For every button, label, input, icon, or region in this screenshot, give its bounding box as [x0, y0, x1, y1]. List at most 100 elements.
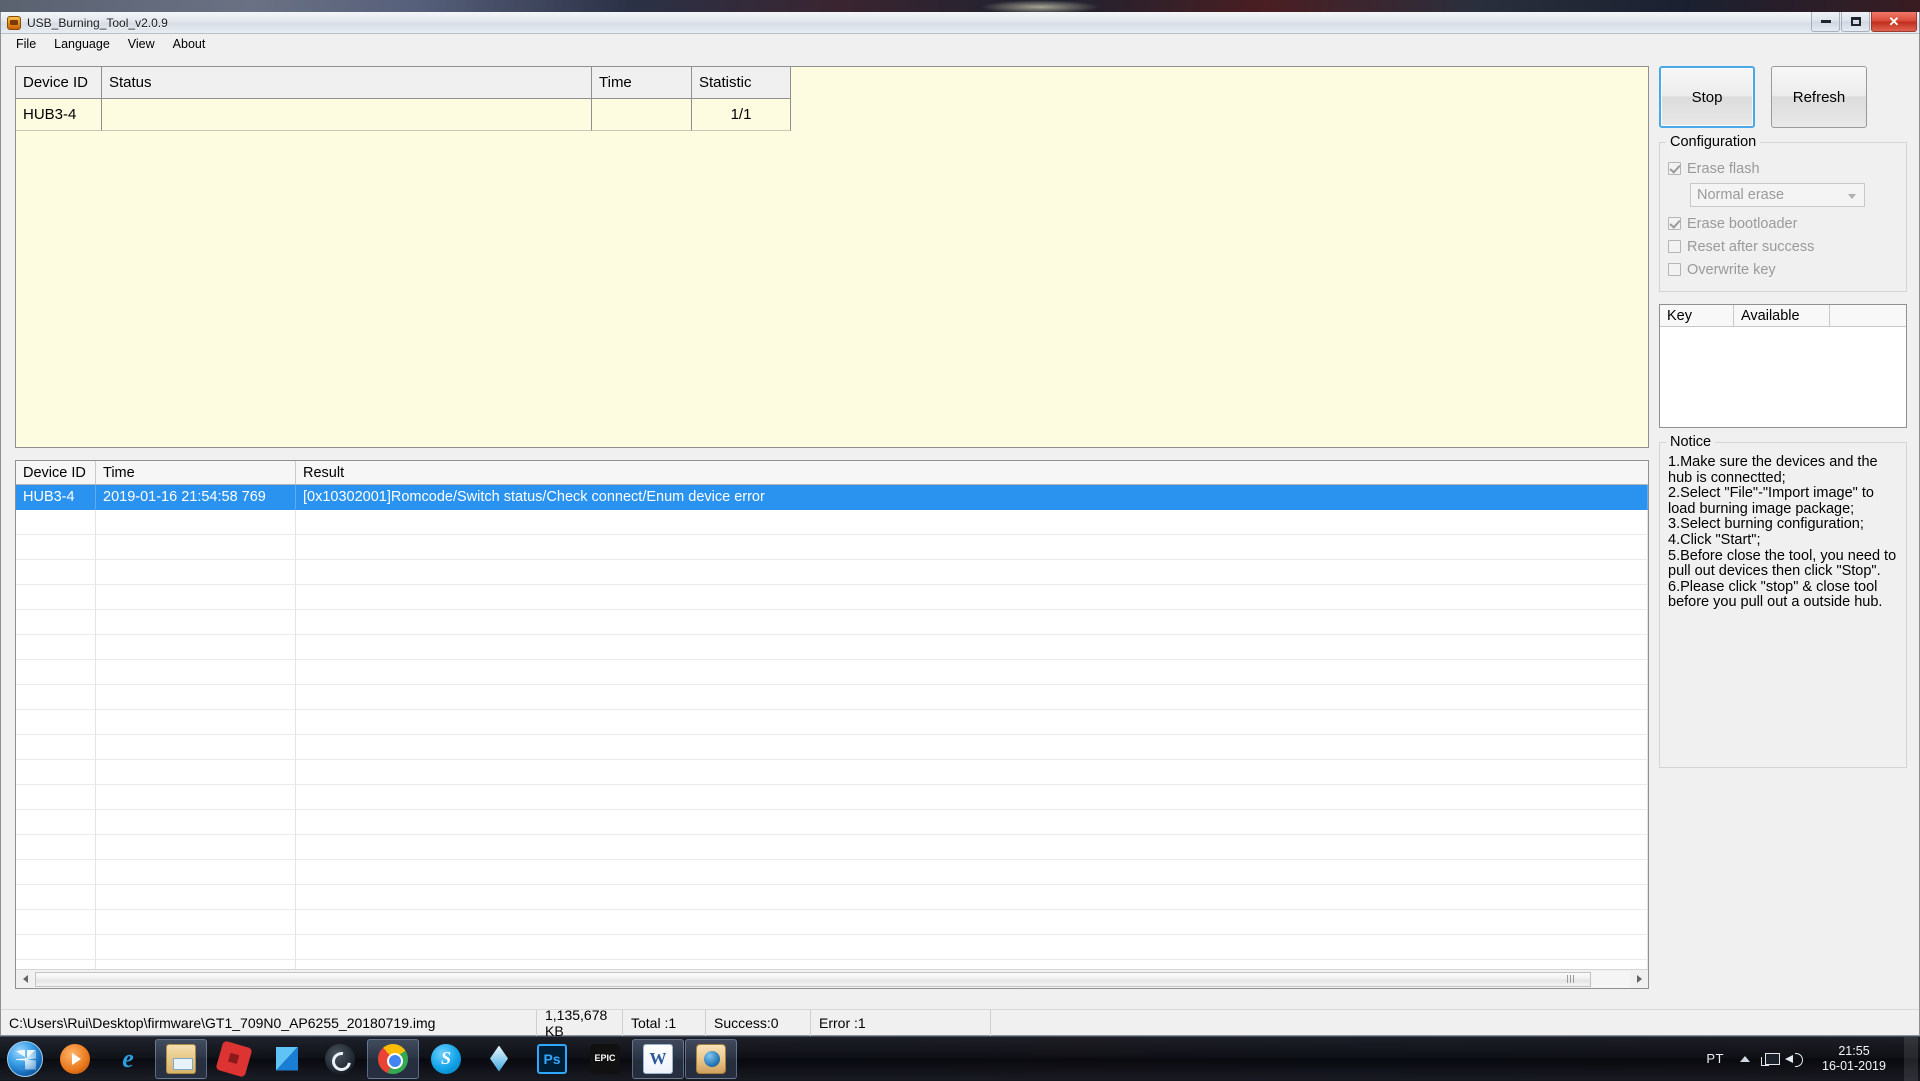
erase-bootloader-label: Erase bootloader [1687, 216, 1797, 232]
log-table-panel[interactable]: Device ID Time Result HUB3-42019-01-16 2… [15, 460, 1649, 989]
reset-after-success-checkbox-row[interactable]: Reset after success [1668, 235, 1898, 258]
device-column-status[interactable]: Status [102, 67, 592, 98]
menu-item-about[interactable]: About [164, 35, 215, 53]
log-cell-device-id: HUB3-4 [16, 485, 96, 510]
log-table-row-empty[interactable] [16, 785, 1648, 810]
close-button[interactable]: ✕ [1871, 12, 1917, 32]
log-cell-empty [16, 635, 96, 660]
log-column-device-id[interactable]: Device ID [16, 461, 96, 484]
scrollbar-track[interactable] [34, 971, 1630, 988]
maximize-button[interactable] [1841, 12, 1870, 32]
log-table-row-empty[interactable] [16, 635, 1648, 660]
taskbar-item-epic-games[interactable]: EPIC [579, 1039, 631, 1079]
overwrite-key-checkbox-row[interactable]: Overwrite key [1668, 258, 1898, 281]
log-table-row-empty[interactable] [16, 885, 1648, 910]
taskbar-item-steam[interactable] [314, 1039, 366, 1079]
taskbar-item-photoshop[interactable]: Ps [526, 1039, 578, 1079]
window-controls: ✕ [1810, 12, 1917, 33]
chevron-up-icon [1740, 1056, 1750, 1062]
log-cell-empty [296, 735, 1648, 760]
network-button[interactable] [1756, 1044, 1782, 1074]
log-table-row-empty[interactable] [16, 860, 1648, 885]
taskbar-item-windows-media-player[interactable] [49, 1039, 101, 1079]
photoshop-icon: Ps [537, 1044, 567, 1074]
taskbar-item-usb-burning-tool[interactable] [685, 1039, 737, 1079]
status-bar: C:\Users\Rui\Desktop\firmware\GT1_709N0_… [1, 1009, 1919, 1035]
log-table-row-empty[interactable] [16, 760, 1648, 785]
minimize-button[interactable] [1811, 12, 1840, 32]
log-cell-empty [296, 685, 1648, 710]
taskbar-item-microsoft-word[interactable]: W [632, 1039, 684, 1079]
refresh-button[interactable]: Refresh [1771, 66, 1867, 128]
taskbar-item-internet-explorer[interactable]: e [102, 1039, 154, 1079]
stop-button[interactable]: Stop [1659, 66, 1755, 128]
device-column-time[interactable]: Time [592, 67, 692, 98]
scroll-left-arrow-icon[interactable] [16, 971, 34, 988]
taskbar-item-google-chrome[interactable] [367, 1039, 419, 1079]
erase-mode-select[interactable]: Normal erase [1690, 183, 1865, 207]
roblox-icon [215, 1040, 252, 1077]
log-table-row-empty[interactable] [16, 935, 1648, 960]
log-table-row-empty[interactable] [16, 610, 1648, 635]
log-cell-empty [96, 810, 296, 835]
device-column-statistic[interactable]: Statistic [692, 67, 791, 98]
log-cell-empty [96, 735, 296, 760]
taskbar-item-kodi[interactable] [473, 1039, 525, 1079]
log-table-row-empty[interactable] [16, 660, 1648, 685]
volume-button[interactable] [1782, 1044, 1808, 1074]
log-cell-empty [16, 560, 96, 585]
log-table-row-empty[interactable] [16, 835, 1648, 860]
log-table-row-empty[interactable] [16, 510, 1648, 535]
log-column-time[interactable]: Time [96, 461, 296, 484]
log-table-row-empty[interactable] [16, 810, 1648, 835]
key-column-available[interactable]: Available [1734, 305, 1830, 326]
log-horizontal-scrollbar[interactable] [16, 969, 1648, 988]
status-total-count: Total :1 [623, 1010, 706, 1036]
status-image-path: C:\Users\Rui\Desktop\firmware\GT1_709N0_… [1, 1010, 537, 1036]
erase-flash-checkbox-icon[interactable] [1668, 162, 1681, 175]
log-cell-empty [16, 710, 96, 735]
device-table-panel[interactable]: Device ID Status Time Statistic HUB3-4 1… [15, 66, 1649, 448]
erase-flash-checkbox-row[interactable]: Erase flash [1668, 157, 1898, 180]
status-image-size: 1,135,678 KB [537, 1010, 623, 1036]
key-column-key[interactable]: Key [1660, 305, 1734, 326]
log-table-row[interactable]: HUB3-42019-01-16 21:54:58 769[0x10302001… [16, 485, 1648, 510]
taskbar-item-skype[interactable]: S [420, 1039, 472, 1079]
menu-item-language[interactable]: Language [45, 35, 119, 53]
taskbar-item-roblox[interactable] [208, 1039, 260, 1079]
show-hidden-icons-button[interactable] [1734, 1044, 1756, 1074]
clock[interactable]: 21:55 16-01-2019 [1808, 1044, 1900, 1074]
taskbar: e S Ps EPIC W PT 21:55 16-01-2019 [0, 1036, 1920, 1080]
log-table-row-empty[interactable] [16, 585, 1648, 610]
configuration-group-title: Configuration [1666, 134, 1760, 150]
erase-bootloader-checkbox-icon[interactable] [1668, 217, 1681, 230]
log-table-row-empty[interactable] [16, 735, 1648, 760]
log-table-row-empty[interactable] [16, 910, 1648, 935]
log-table-row-empty[interactable] [16, 710, 1648, 735]
taskbar-item-bluebeam[interactable] [261, 1039, 313, 1079]
scroll-right-arrow-icon[interactable] [1630, 971, 1648, 988]
start-button[interactable] [2, 1039, 48, 1079]
scrollbar-thumb[interactable] [35, 972, 1591, 987]
log-table-row-empty[interactable] [16, 685, 1648, 710]
file-explorer-icon [166, 1044, 196, 1074]
menu-item-file[interactable]: File [7, 35, 45, 53]
log-cell-empty [96, 710, 296, 735]
reset-after-success-checkbox-icon[interactable] [1668, 240, 1681, 253]
log-table-row-empty[interactable] [16, 535, 1648, 560]
overwrite-key-checkbox-icon[interactable] [1668, 263, 1681, 276]
device-column-device-id[interactable]: Device ID [16, 67, 102, 98]
taskbar-item-file-explorer[interactable] [155, 1039, 207, 1079]
tray-language-indicator[interactable]: PT [1696, 1051, 1734, 1066]
log-cell-empty [16, 735, 96, 760]
log-table-row-empty[interactable] [16, 560, 1648, 585]
log-column-result[interactable]: Result [296, 461, 1648, 484]
epic-games-icon: EPIC [590, 1044, 620, 1074]
key-table-panel[interactable]: Key Available [1659, 304, 1907, 428]
erase-bootloader-checkbox-row[interactable]: Erase bootloader [1668, 212, 1898, 235]
show-desktop-button[interactable] [1904, 1037, 1918, 1081]
windows-media-player-icon [60, 1044, 90, 1074]
menu-item-view[interactable]: View [119, 35, 164, 53]
device-table-row[interactable]: HUB3-4 1/1 [16, 99, 791, 131]
log-cell-empty [296, 635, 1648, 660]
